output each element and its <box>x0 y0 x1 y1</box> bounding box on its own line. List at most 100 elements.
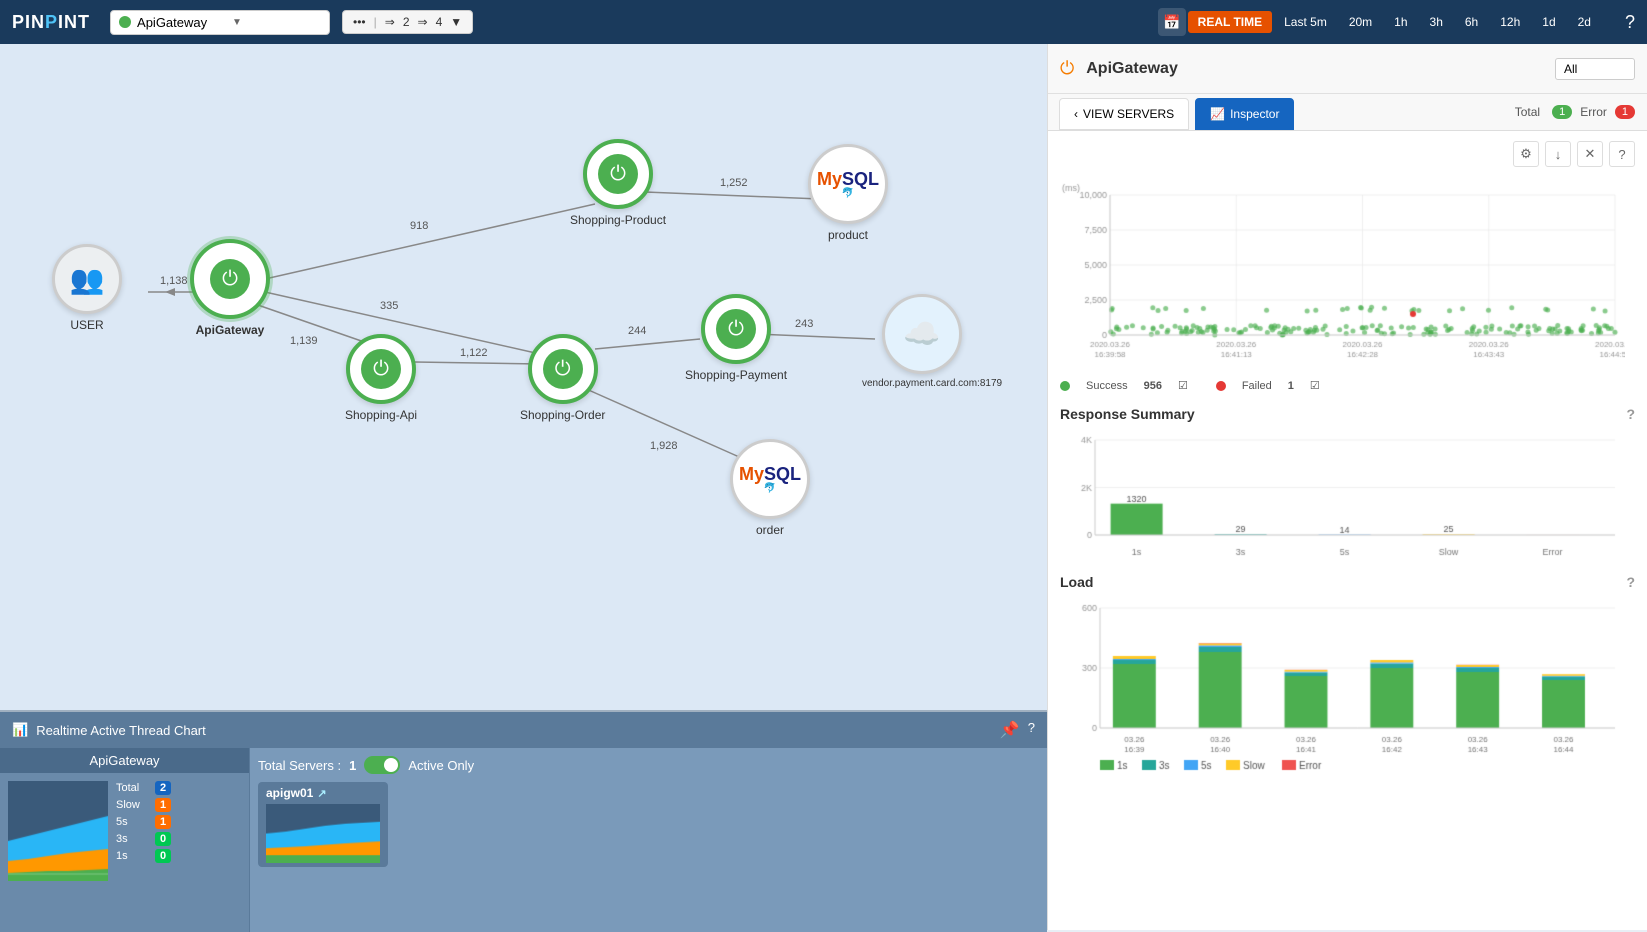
active-only-label: Active Only <box>408 758 474 773</box>
thread-stats: Total 2 Slow 1 5s 1 <box>116 781 171 881</box>
thread-app-panel: ApiGateway Total 2 Slow 1 <box>0 748 250 932</box>
stats-bar: ••• | ⇒ 2 ⇒ 4 ▼ <box>342 10 473 34</box>
time-btn-20m[interactable]: 20m <box>1339 11 1382 33</box>
inspector-header: ⏻ ApiGateway <box>1048 44 1647 94</box>
response-summary-help-icon[interactable]: ? <box>1626 406 1635 422</box>
svg-text:335: 335 <box>380 300 398 312</box>
tab-inspector[interactable]: 📈 Inspector <box>1195 98 1294 130</box>
1s-stat-label: 1s <box>116 850 151 862</box>
map-panel: 1,138 918 1,139 1,252 335 1,122 <box>0 44 1047 930</box>
time-btn-1h[interactable]: 1h <box>1384 11 1417 33</box>
success-legend-dot <box>1060 381 1070 391</box>
response-summary-title: Response Summary <box>1060 406 1195 422</box>
download-icon[interactable]: ↓ <box>1545 141 1571 167</box>
total-label: Total <box>1515 105 1540 119</box>
shopping-order-power-icon: ⏻ <box>543 349 583 389</box>
inspector-tab-label: Inspector <box>1230 107 1279 121</box>
order-label: order <box>756 523 784 537</box>
chart-icon: 📊 <box>12 722 28 738</box>
order-circle: MySQL 🐬 <box>730 439 810 519</box>
thread-servers-panel: Total Servers : 1 Active Only apigw01 ↗ <box>250 748 1047 932</box>
load-help-icon[interactable]: ? <box>1626 574 1635 590</box>
time-btn-realtime[interactable]: REAL TIME <box>1188 11 1272 33</box>
chart-toolbar: ⚙ ↓ ✕ ? <box>1060 141 1635 167</box>
time-btn-5m[interactable]: Last 5m <box>1274 11 1337 33</box>
help-chart-icon[interactable]: ? <box>1609 141 1635 167</box>
node-product[interactable]: MySQL 🐬 product <box>808 144 888 242</box>
5s-stat-label: 5s <box>116 816 151 828</box>
node-order[interactable]: MySQL 🐬 order <box>730 439 810 537</box>
external-link-icon[interactable]: ↗ <box>317 787 326 800</box>
stat-row-total: Total 2 <box>116 781 171 795</box>
node-apigateway[interactable]: ⏻ ApiGateway <box>190 239 270 337</box>
active-only-toggle[interactable] <box>364 756 400 774</box>
help-icon[interactable]: ? <box>1625 12 1635 33</box>
fail-count: 1 <box>1288 380 1294 392</box>
app-selector[interactable]: ApiGateway ▼ <box>110 10 330 35</box>
calendar-icon[interactable]: 📅 <box>1158 8 1186 36</box>
inspector-panel: ⏻ ApiGateway ‹ VIEW SERVERS 📈 Inspector … <box>1047 44 1647 930</box>
dots-icon: ••• <box>353 15 366 29</box>
shopping-api-power-icon: ⏻ <box>361 349 401 389</box>
tab-view-servers[interactable]: ‹ VIEW SERVERS <box>1059 98 1189 130</box>
node-user[interactable]: 👥 USER <box>52 244 122 332</box>
app-name: ApiGateway <box>137 15 226 30</box>
logo: PINPINT <box>12 12 90 33</box>
power-status-icon: ⏻ <box>1060 58 1074 79</box>
server-name: apigw01 <box>266 786 313 800</box>
apigateway-power-icon: ⏻ <box>210 259 250 299</box>
chart-tab-icon: 📈 <box>1210 107 1225 121</box>
fail-legend-label: Failed <box>1242 380 1272 392</box>
shopping-order-circle: ⏻ <box>528 334 598 404</box>
shopping-api-label: Shopping-Api <box>345 408 417 422</box>
svg-text:1,139: 1,139 <box>290 335 318 347</box>
thread-chart-help-icon[interactable]: ? <box>1028 720 1035 740</box>
time-btn-1d[interactable]: 1d <box>1532 11 1565 33</box>
success-count: 956 <box>1144 380 1162 392</box>
svg-text:1,928: 1,928 <box>650 440 678 452</box>
app-status-dot <box>119 16 131 28</box>
stat-row-slow: Slow 1 <box>116 798 171 812</box>
shopping-payment-circle: ⏻ <box>701 294 771 364</box>
load-chart <box>1060 598 1625 778</box>
node-shopping-product[interactable]: ⏻ Shopping-Product <box>570 139 666 227</box>
shopping-payment-label: Shopping-Payment <box>685 368 787 382</box>
scatter-chart[interactable] <box>1060 175 1625 375</box>
total-stat-label: Total <box>116 782 151 794</box>
inspector-filter-input[interactable] <box>1555 58 1635 80</box>
stat-row-3s: 3s 0 <box>116 832 171 846</box>
1s-stat-value: 0 <box>155 849 171 863</box>
settings-icon[interactable]: ⚙ <box>1513 141 1539 167</box>
node-shopping-api[interactable]: ⏻ Shopping-Api <box>345 334 417 422</box>
product-label: product <box>828 228 868 242</box>
fail-checkbox[interactable]: ☑ <box>1310 379 1320 392</box>
stat-row-1s: 1s 0 <box>116 849 171 863</box>
node-shopping-payment[interactable]: ⏻ Shopping-Payment <box>685 294 787 382</box>
apigateway-circle: ⏻ <box>190 239 270 319</box>
time-btn-2d[interactable]: 2d <box>1568 11 1601 33</box>
node-vendor[interactable]: ☁️ vendor.payment.card.com:8179 <box>862 294 982 389</box>
product-circle: MySQL 🐬 <box>808 144 888 224</box>
error-label: Error <box>1580 105 1607 119</box>
stats-chevron-icon: ▼ <box>450 15 462 29</box>
header: PINPINT ApiGateway ▼ ••• | ⇒ 2 ⇒ 4 ▼ 📅 R… <box>0 0 1647 44</box>
stat-row-5s: 5s 1 <box>116 815 171 829</box>
svg-text:1,252: 1,252 <box>720 177 748 189</box>
success-checkbox[interactable]: ☑ <box>1178 379 1188 392</box>
user-circle: 👥 <box>52 244 122 314</box>
3s-stat-value: 0 <box>155 832 171 846</box>
total-servers-label: Total Servers : <box>258 758 341 773</box>
vendor-label: vendor.payment.card.com:8179 <box>862 378 982 389</box>
pin-icon[interactable]: 📌 <box>1000 720 1020 740</box>
shopping-order-label: Shopping-Order <box>520 408 605 422</box>
time-btn-3h[interactable]: 3h <box>1420 11 1453 33</box>
time-btn-6h[interactable]: 6h <box>1455 11 1488 33</box>
apigateway-label: ApiGateway <box>196 323 265 337</box>
close-icon[interactable]: ✕ <box>1577 141 1603 167</box>
error-badge: 1 <box>1615 105 1635 119</box>
node-shopping-order[interactable]: ⏻ Shopping-Order <box>520 334 605 422</box>
time-btn-12h[interactable]: 12h <box>1490 11 1530 33</box>
svg-text:1,138: 1,138 <box>160 275 188 287</box>
total-servers-value: 1 <box>349 758 356 773</box>
shopping-product-label: Shopping-Product <box>570 213 666 227</box>
